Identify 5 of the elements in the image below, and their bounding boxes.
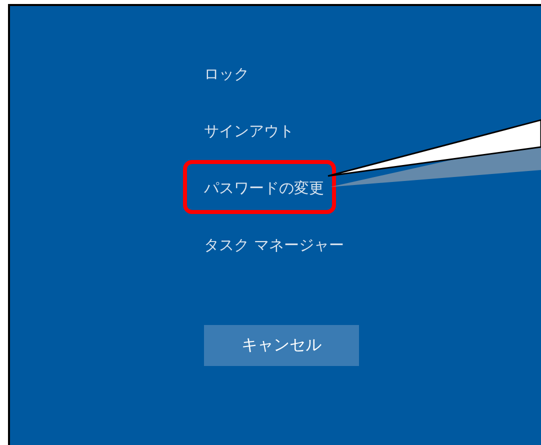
menu-item[interactable]: パスワードの変更 [204,160,324,217]
menu-item[interactable]: サインアウト [204,103,294,160]
menu-item[interactable]: ロック [204,46,249,103]
cancel-button[interactable]: キャンセル [204,325,359,366]
menu-item[interactable]: タスク マネージャー [204,217,344,274]
